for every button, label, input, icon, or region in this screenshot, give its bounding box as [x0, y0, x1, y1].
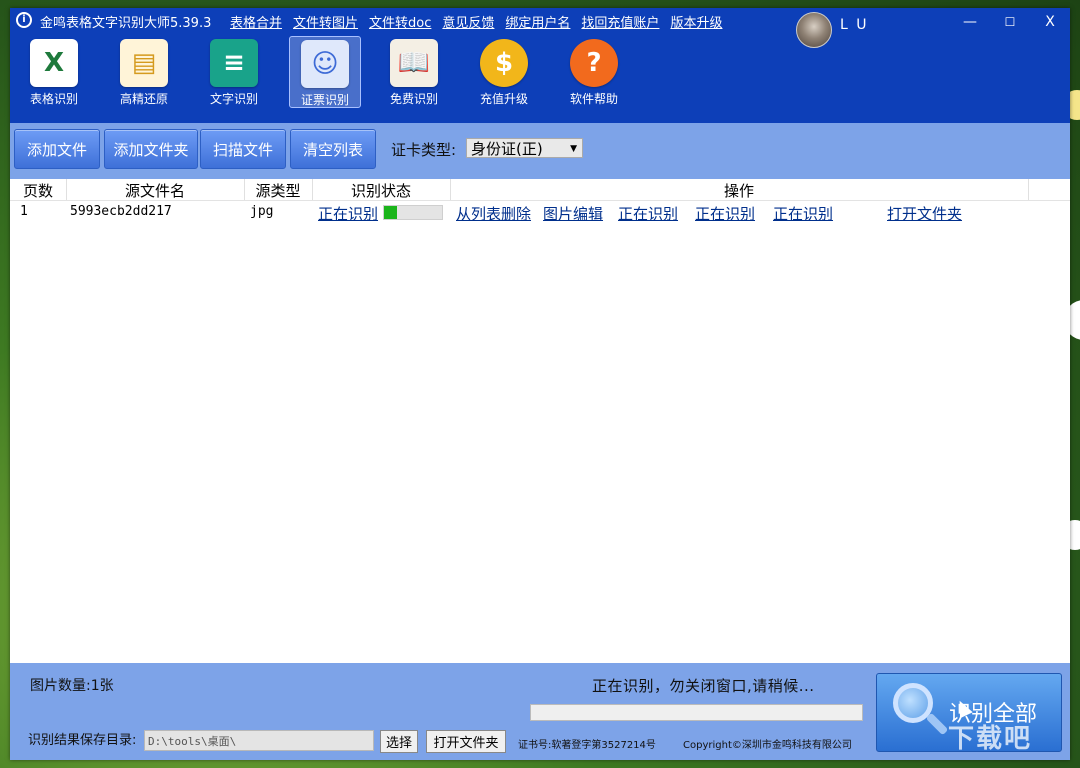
avatar[interactable] [796, 12, 832, 48]
header-bar: i 金鸣表格文字识别大师5.39.3 表格合并 文件转图片 文件转doc 意见反… [10, 8, 1070, 123]
clear-list-button[interactable]: 清空列表 [290, 129, 376, 169]
tool-help[interactable]: ? 软件帮助 [559, 36, 629, 106]
open-folder-link[interactable]: 打开文件夹 [887, 203, 962, 224]
col-actions: 操作 [723, 182, 754, 200]
delete-from-list-link[interactable]: 从列表删除 [456, 203, 531, 224]
tool-label: 文字识别 [209, 92, 258, 106]
table-header: 页数 源文件名 源类型 识别状态 操作 [10, 179, 1070, 201]
scan-file-button[interactable]: 扫描文件 [200, 129, 286, 169]
menu-recover-account[interactable]: 找回充值账户 [581, 12, 659, 31]
watermark-logo: 下载吧 [948, 724, 1033, 754]
save-dir-label: 识别结果保存目录: [28, 733, 137, 748]
tool-label: 表格识别 [29, 92, 78, 106]
status-message: 正在识别，勿关闭窗口,请稍候... [592, 677, 815, 695]
tool-label: 免费识别 [389, 92, 438, 106]
menu-table-merge[interactable]: 表格合并 [230, 12, 282, 31]
add-folder-button[interactable]: 添加文件夹 [104, 129, 198, 169]
edit-image-link[interactable]: 图片编辑 [543, 203, 603, 224]
app-window: i 金鸣表格文字识别大师5.39.3 表格合并 文件转图片 文件转doc 意见反… [10, 8, 1070, 760]
column-divider [1028, 179, 1029, 200]
copyright-text: Copyright©深圳市金鸣科技有限公司 [683, 740, 852, 751]
open-folder-button[interactable]: 打开文件夹 [426, 730, 506, 753]
menu-bind-username[interactable]: 绑定用户名 [505, 12, 570, 31]
search-icon-handle [925, 712, 949, 736]
col-status: 识别状态 [350, 182, 411, 200]
image-count: 图片数量:1张 [30, 678, 114, 694]
id-card-icon: ☺ [301, 40, 349, 88]
tool-label: 高精还原 [119, 92, 168, 106]
cell-status-link[interactable]: 正在识别 [318, 203, 378, 224]
app-logo-icon: i [16, 12, 32, 28]
top-menu: 表格合并 文件转图片 文件转doc 意见反馈 绑定用户名 找回充值账户 版本升级 [230, 12, 722, 31]
close-button[interactable]: X [1030, 8, 1070, 36]
choose-button[interactable]: 选择 [380, 730, 418, 753]
action-bar: 添加文件 添加文件夹 扫描文件 清空列表 证卡类型: 身份证(正) ▼ [10, 123, 1070, 179]
recognizing-link[interactable]: 正在识别 [773, 203, 833, 224]
minimize-button[interactable]: — [950, 8, 990, 36]
col-type: 源类型 [255, 182, 301, 200]
cell-page: 1 [20, 204, 28, 219]
save-dir-input[interactable]: D:\tools\桌面\ [144, 730, 374, 751]
footer-bar: 图片数量:1张 正在识别，勿关闭窗口,请稍候... 识别结果保存目录: D:\t… [10, 663, 1070, 760]
tool-table-recognition[interactable]: X 表格识别 [19, 36, 89, 106]
file-table: 页数 源文件名 源类型 识别状态 操作 1 5993ecb2dd217 jpg … [10, 179, 1070, 663]
card-type-select[interactable]: 身份证(正) ▼ [466, 138, 583, 158]
menu-file-to-image[interactable]: 文件转图片 [293, 12, 358, 31]
row-progress-bar [383, 205, 443, 220]
maximize-button[interactable]: ☐ [990, 8, 1030, 36]
tool-label: 证票识别 [300, 93, 349, 107]
help-icon: ? [570, 39, 618, 87]
tool-text-recognition[interactable]: ≡ 文字识别 [199, 36, 269, 106]
text-doc-icon: ≡ [210, 39, 258, 87]
card-type-label: 证卡类型: [391, 141, 457, 159]
certificate-text: 证书号:软著登字第3527214号 [518, 740, 656, 751]
menu-upgrade[interactable]: 版本升级 [670, 12, 722, 31]
row-progress-fill [384, 206, 397, 219]
card-type-value: 身份证(正) [471, 140, 543, 158]
tool-high-precision[interactable]: ▤ 高精还原 [109, 36, 179, 106]
recognizing-link[interactable]: 正在识别 [695, 203, 755, 224]
cell-type: jpg [250, 204, 274, 219]
menu-feedback[interactable]: 意见反馈 [442, 12, 494, 31]
add-file-button[interactable]: 添加文件 [14, 129, 100, 169]
cell-filename: 5993ecb2dd217 [70, 204, 172, 219]
tool-recharge[interactable]: $ 充值升级 [469, 36, 539, 106]
app-title: 金鸣表格文字识别大师5.39.3 [40, 16, 212, 31]
document-layout-icon: ▤ [120, 39, 168, 87]
col-filename: 源文件名 [124, 182, 185, 200]
tool-label: 软件帮助 [569, 92, 618, 106]
book-icon: 📖 [390, 39, 438, 87]
col-page: 页数 [22, 182, 53, 200]
menu-file-to-doc[interactable]: 文件转doc [369, 12, 431, 31]
recognizing-link[interactable]: 正在识别 [618, 203, 678, 224]
username[interactable]: L U [840, 17, 869, 33]
overall-progress-bar [530, 704, 863, 721]
tool-free-recognition[interactable]: 📖 免费识别 [379, 36, 449, 106]
excel-icon: X [30, 39, 78, 87]
tool-label: 充值升级 [479, 92, 528, 106]
table-row[interactable]: 1 5993ecb2dd217 jpg 正在识别 从列表删除 图片编辑 正在识别… [10, 201, 1070, 223]
tool-id-card-recognition[interactable]: ☺ 证票识别 [289, 36, 361, 108]
chevron-down-icon: ▼ [570, 144, 577, 154]
coin-icon: $ [480, 39, 528, 87]
